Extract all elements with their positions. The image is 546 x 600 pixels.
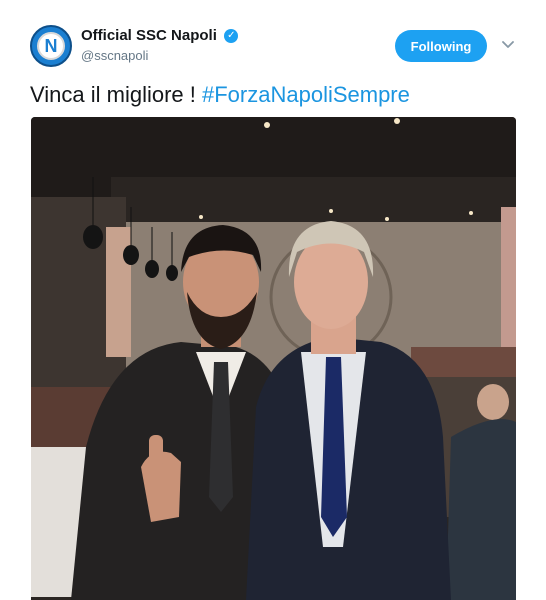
pink-panel-right [501, 207, 516, 347]
tweet-photo[interactable] [31, 117, 516, 600]
ceiling-grid [111, 177, 516, 222]
display-name[interactable]: Official SSC Napoli [81, 27, 217, 44]
avatar-logo: N [37, 32, 65, 60]
verified-badge-icon: ✓ [224, 28, 239, 43]
avatar[interactable]: N [30, 25, 72, 67]
following-button[interactable]: Following [395, 30, 487, 62]
tweet-header: N Official SSC Napoli ✓ @sscnapoli Follo… [0, 0, 546, 80]
chevron-down-icon[interactable] [500, 36, 516, 52]
hashtag-link[interactable]: #ForzaNapoliSempre [202, 82, 410, 107]
tweet-text: Vinca il migliore ! #ForzaNapoliSempre [30, 82, 410, 108]
photo-illustration [31, 117, 516, 600]
name-row[interactable]: Official SSC Napoli ✓ [81, 27, 239, 47]
tweet-text-body: Vinca il migliore ! [30, 82, 202, 107]
booth-right [411, 347, 516, 377]
user-handle[interactable]: @sscnapoli [81, 48, 148, 63]
